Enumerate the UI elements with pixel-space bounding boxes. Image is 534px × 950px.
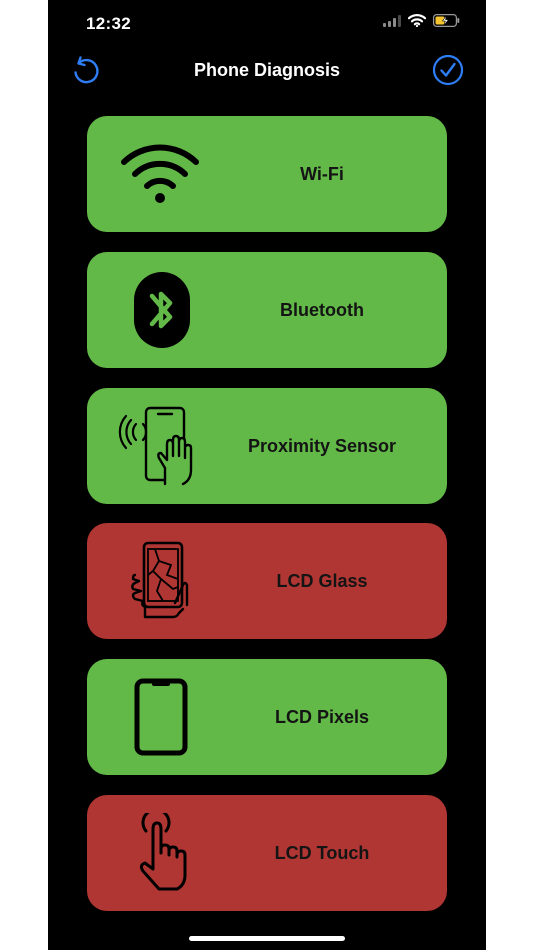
test-label: LCD Pixels bbox=[274, 707, 370, 727]
battery-charging-icon bbox=[433, 14, 460, 27]
status-time: 12:32 bbox=[86, 14, 131, 33]
wifi-icon bbox=[115, 134, 205, 214]
page-title: Phone Diagnosis bbox=[193, 60, 341, 80]
wifi-status-icon bbox=[408, 14, 426, 27]
checkmark-circle-icon[interactable] bbox=[432, 54, 464, 86]
test-label: Proximity Sensor bbox=[247, 436, 397, 456]
bluetooth-icon bbox=[115, 270, 205, 350]
finger-touch-icon bbox=[115, 813, 205, 893]
status-icons bbox=[383, 14, 460, 27]
test-tile-wifi[interactable]: Wi-Fi bbox=[87, 116, 447, 232]
test-label: LCD Glass bbox=[276, 571, 368, 591]
cellular-signal-icon bbox=[383, 14, 401, 27]
test-label: LCD Touch bbox=[274, 843, 370, 863]
test-tile-lcd-glass[interactable]: LCD Glass bbox=[87, 523, 447, 639]
status-bar: 12:32 bbox=[48, 0, 486, 48]
home-indicator bbox=[189, 936, 345, 941]
cracked-phone-icon bbox=[115, 541, 205, 621]
test-label: Bluetooth bbox=[280, 300, 364, 320]
proximity-hand-icon bbox=[115, 406, 205, 486]
phone-outline-icon bbox=[115, 677, 205, 757]
navigation-bar: Phone Diagnosis bbox=[48, 48, 486, 94]
test-tile-lcd-touch[interactable]: LCD Touch bbox=[87, 795, 447, 911]
test-tile-proximity-sensor[interactable]: Proximity Sensor bbox=[87, 388, 447, 504]
test-label: Wi-Fi bbox=[300, 164, 344, 184]
test-tile-lcd-pixels[interactable]: LCD Pixels bbox=[87, 659, 447, 775]
test-tile-bluetooth[interactable]: Bluetooth bbox=[87, 252, 447, 368]
app-screen: 12:32 Phone Diagnosis Wi-Fi Bluetooth Pr… bbox=[48, 0, 486, 950]
